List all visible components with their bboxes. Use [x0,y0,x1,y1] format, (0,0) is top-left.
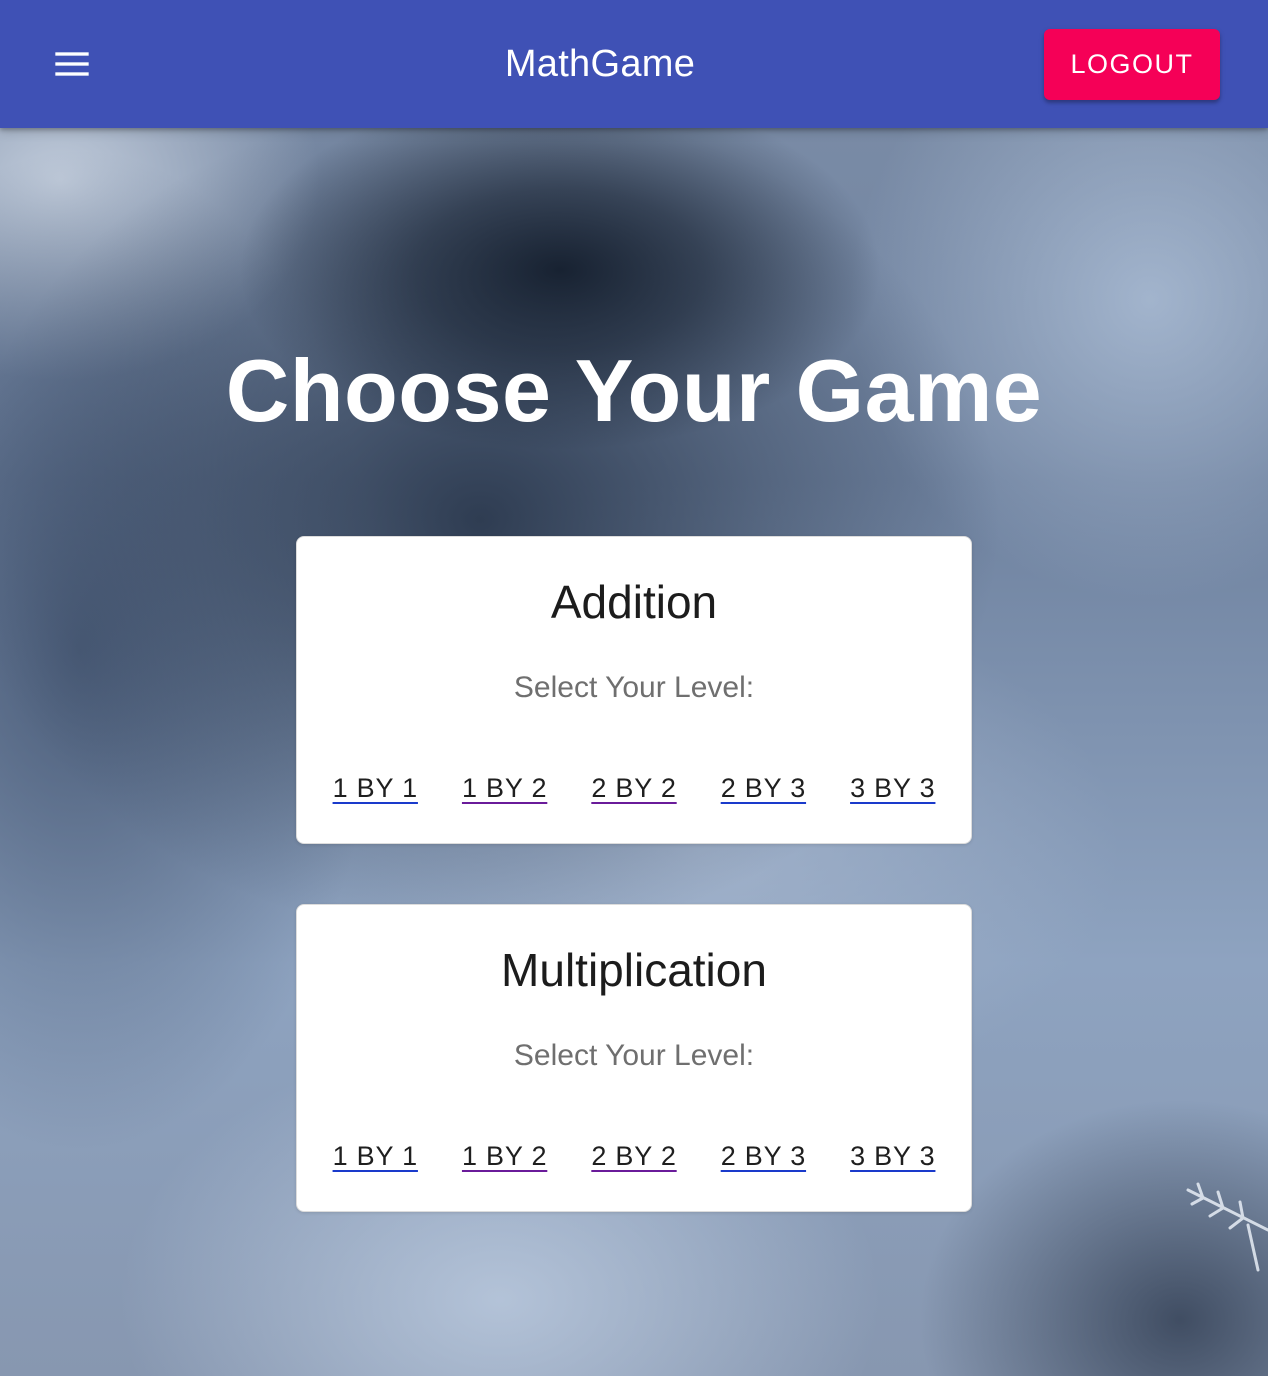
level-link-2-by-2[interactable]: 2 BY 2 [591,773,676,804]
level-link-2-by-3[interactable]: 2 BY 3 [721,1141,806,1172]
card-subtitle: Select Your Level: [513,671,755,704]
level-link-3-by-3[interactable]: 3 BY 3 [850,1141,935,1172]
card-subtitle: Select Your Level: [513,1039,755,1072]
logout-button[interactable]: LOGOUT [1044,29,1220,100]
hamburger-menu-icon [55,52,89,76]
level-link-3-by-3[interactable]: 3 BY 3 [850,773,935,804]
menu-button[interactable] [36,32,108,96]
addition-game-card: Addition Select Your Level: 1 BY 1 1 BY … [296,536,972,844]
snowflake-decoration [1186,1182,1268,1272]
app-title: MathGame [504,42,696,85]
card-title: Multiplication [501,944,767,996]
level-links: 1 BY 1 1 BY 2 2 BY 2 2 BY 3 3 BY 3 [297,1141,971,1172]
card-title: Addition [550,576,718,628]
level-link-1-by-2[interactable]: 1 BY 2 [462,773,547,804]
level-links: 1 BY 1 1 BY 2 2 BY 2 2 BY 3 3 BY 3 [297,773,971,804]
level-link-1-by-2[interactable]: 1 BY 2 [462,1141,547,1172]
level-link-2-by-3[interactable]: 2 BY 3 [721,773,806,804]
multiplication-game-card: Multiplication Select Your Level: 1 BY 1… [296,904,972,1212]
level-link-2-by-2[interactable]: 2 BY 2 [591,1141,676,1172]
app-bar: MathGame LOGOUT [0,0,1268,128]
level-link-1-by-1[interactable]: 1 BY 1 [333,773,418,804]
page-heading: Choose Your Game [225,341,1043,440]
level-link-1-by-1[interactable]: 1 BY 1 [333,1141,418,1172]
